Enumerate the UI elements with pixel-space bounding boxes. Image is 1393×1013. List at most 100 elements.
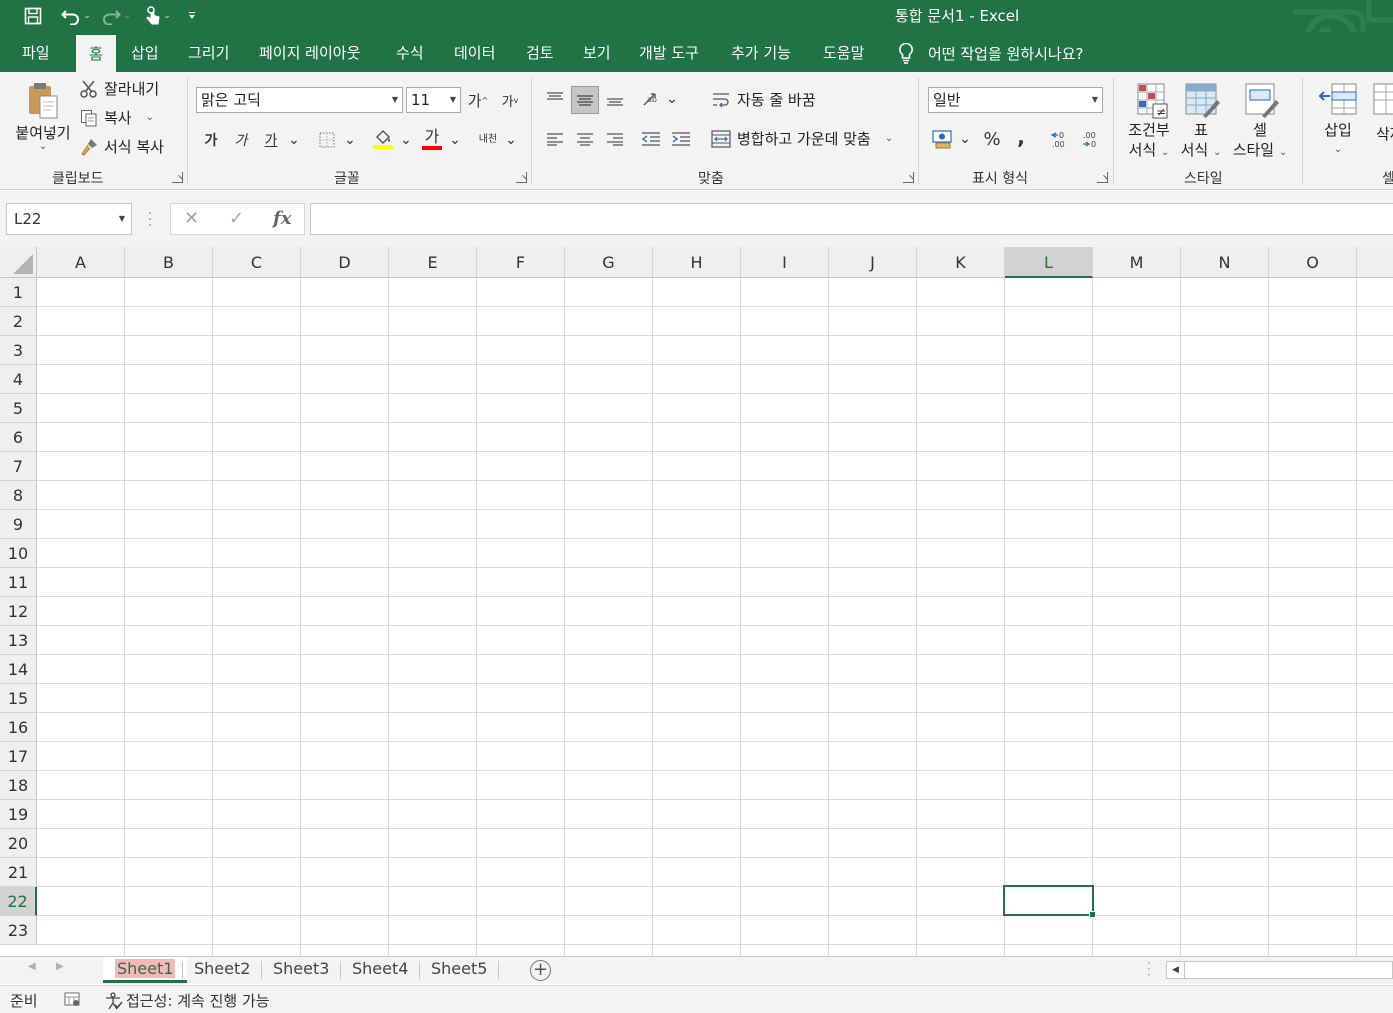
row-header-18[interactable]: 18 [0,771,37,800]
tab-draw[interactable]: 그리기 [184,34,233,72]
chevron-down-icon[interactable]: ⌄ [885,133,893,144]
tab-developer[interactable]: 개발 도구 [635,34,703,72]
add-sheet-button[interactable]: + [530,960,551,981]
undo-button[interactable]: ⌄ [58,3,94,29]
tab-home[interactable]: 홈 [76,35,116,72]
borders-button[interactable] [316,127,338,153]
row-header-10[interactable]: 10 [0,539,37,568]
alignment-launcher-icon[interactable] [903,172,914,183]
row-header-8[interactable]: 8 [0,481,37,510]
row-header-20[interactable]: 20 [0,829,37,858]
accounting-format-button[interactable] [930,126,956,152]
insert-function-icon[interactable]: fx [273,208,291,229]
column-header-k[interactable]: K [917,247,1005,278]
row-header-23[interactable]: 23 [0,916,37,945]
row-header-2[interactable]: 2 [0,307,37,336]
copy-button[interactable]: 복사 ⌄ [80,107,154,128]
align-top-button[interactable] [542,86,568,112]
redo-button[interactable]: ⌄ [98,3,134,29]
select-all-button[interactable] [0,247,37,278]
insert-cells-button[interactable]: 삽입 ⌄ [1314,82,1362,160]
merge-center-button[interactable]: 병합하고 가운데 맞춤 ⌄ [711,128,893,149]
font-color-button[interactable]: 가 [420,124,444,154]
align-bottom-button[interactable] [602,86,628,112]
row-header-21[interactable]: 21 [0,858,37,887]
name-box[interactable]: L22 ▼ [6,203,132,235]
row-header-6[interactable]: 6 [0,423,37,452]
cell-area[interactable] [37,278,1393,956]
customize-qat-button[interactable] [182,3,202,29]
column-header-b[interactable]: B [125,247,213,278]
column-header-a[interactable]: A [37,247,125,278]
cell-styles-button[interactable]: 셀 스타일 ⌄ [1227,82,1293,163]
horizontal-scrollbar[interactable]: ◀ [1166,961,1393,979]
tab-split-handle[interactable]: · · · [1147,957,1151,981]
row-header-5[interactable]: 5 [0,394,37,423]
tab-file[interactable]: 파일 [18,34,54,72]
row-header-7[interactable]: 7 [0,452,37,481]
macro-record-icon[interactable] [64,991,80,1011]
chevron-down-icon[interactable]: ⌄ [505,127,517,153]
row-header-4[interactable]: 4 [0,365,37,394]
column-header-c[interactable]: C [213,247,301,278]
increase-decimal-button[interactable]: 0.00 [1046,126,1072,152]
row-header-16[interactable]: 16 [0,713,37,742]
touch-mode-button[interactable]: ⌄ [138,3,178,29]
enter-icon[interactable]: ✓ [229,208,244,229]
tab-add-ins[interactable]: 추가 기능 [727,34,795,72]
scroll-tabs-right-icon[interactable]: ▶ [56,961,64,972]
scroll-tabs-left-icon[interactable]: ◀ [28,961,36,972]
percent-style-button[interactable]: % [980,126,1004,152]
chevron-down-icon[interactable]: ⌄ [163,11,171,21]
wrap-text-button[interactable]: 자동 줄 바꿈 [711,89,816,110]
align-right-button[interactable] [602,126,628,152]
column-header-j[interactable]: J [829,247,917,278]
chevron-down-icon[interactable]: ⌄ [123,11,131,21]
tab-help[interactable]: 도움말 [819,34,868,72]
cut-button[interactable]: 잘라내기 [80,78,159,99]
column-header-n[interactable]: N [1181,247,1269,278]
align-middle-button[interactable] [571,86,599,114]
decrease-font-size-button[interactable]: 가v [498,87,522,113]
sheet-tab-sheet3[interactable]: Sheet3 [261,957,341,983]
paste-button[interactable]: 붙여넣기 ⌄ [10,80,76,152]
column-header-g[interactable]: G [565,247,653,278]
tab-insert[interactable]: 삽입 [127,34,163,72]
column-header-h[interactable]: H [653,247,741,278]
row-header-19[interactable]: 19 [0,800,37,829]
row-header-1[interactable]: 1 [0,278,37,307]
format-as-table-button[interactable]: 표 서식 ⌄ [1178,82,1224,163]
chevron-down-icon[interactable]: ⌄ [666,86,678,112]
chevron-down-icon[interactable]: ⌄ [400,127,412,153]
increase-indent-button[interactable] [668,126,694,152]
active-cell[interactable] [1003,885,1096,918]
number-format-select[interactable]: 일반 ▼ [928,87,1103,113]
align-left-button[interactable] [542,126,568,152]
phonetic-guide-button[interactable]: 내천 [476,127,500,153]
row-header-3[interactable]: 3 [0,336,37,365]
column-header-overflow[interactable] [1357,247,1393,278]
fill-color-button[interactable] [372,124,394,154]
format-painter-button[interactable]: 서식 복사 [80,136,164,157]
orientation-button[interactable]: ab [638,86,666,112]
cancel-icon[interactable]: ✕ [184,208,199,229]
tab-view[interactable]: 보기 [579,34,615,72]
tab-review[interactable]: 검토 [522,34,558,72]
chevron-down-icon[interactable]: ⌄ [83,11,91,21]
row-header-14[interactable]: 14 [0,655,37,684]
save-button[interactable] [20,3,46,29]
row-header-9[interactable]: 9 [0,510,37,539]
chevron-down-icon[interactable]: ⌄ [288,127,300,153]
font-name-select[interactable]: 맑은 고딕 ▼ [196,87,403,113]
font-launcher-icon[interactable] [516,172,527,183]
number-launcher-icon[interactable] [1097,172,1108,183]
comma-style-button[interactable]: , [1010,124,1032,150]
align-center-button[interactable] [572,126,598,152]
sheet-tab-sheet4[interactable]: Sheet4 [340,957,420,983]
column-header-i[interactable]: I [741,247,829,278]
row-header-22[interactable]: 22 [0,887,37,916]
column-header-m[interactable]: M [1093,247,1181,278]
chevron-down-icon[interactable]: ⌄ [344,127,356,153]
row-header-12[interactable]: 12 [0,597,37,626]
tab-data[interactable]: 데이터 [450,34,499,72]
